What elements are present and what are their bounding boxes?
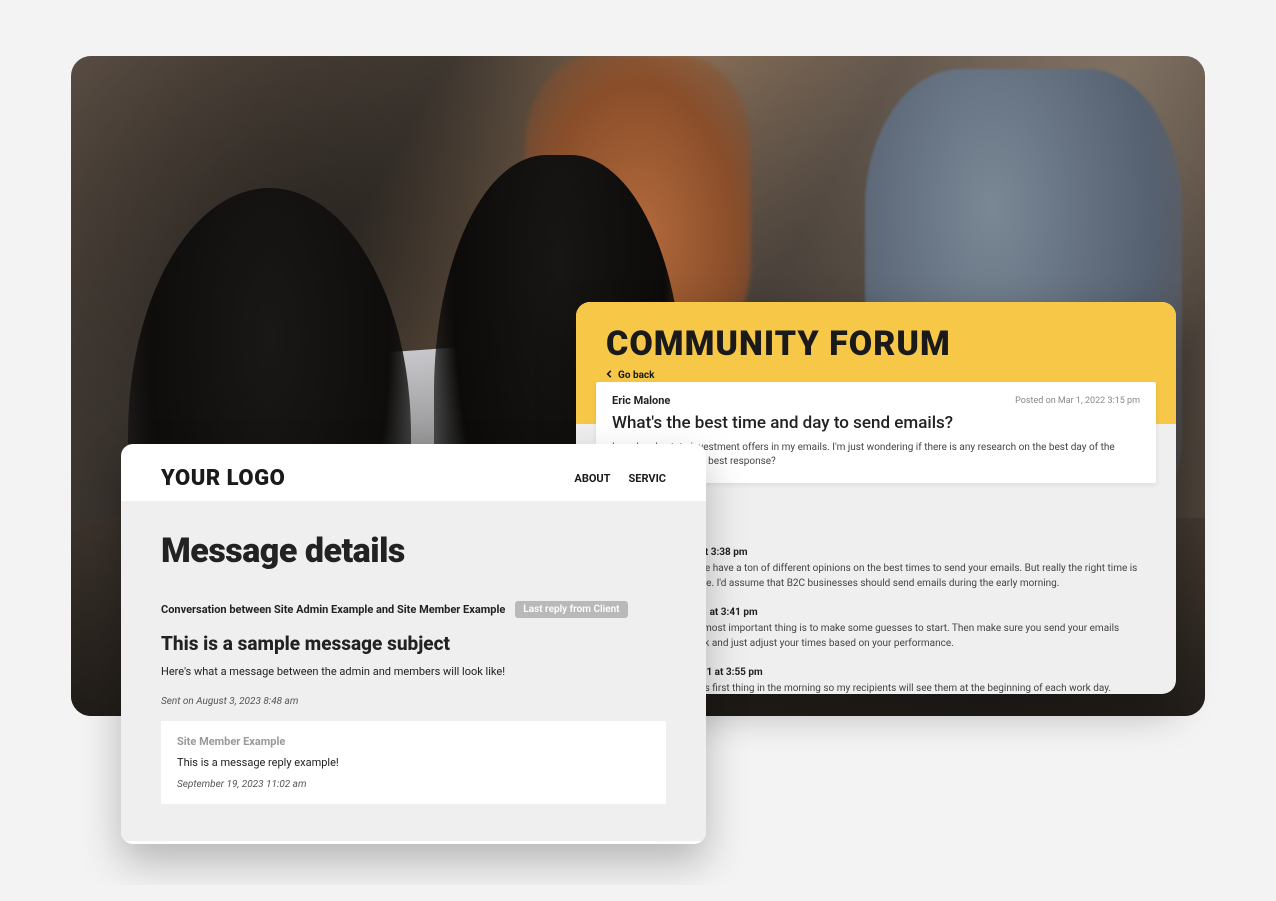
message-intro: Here's what a message between the admin … (161, 665, 666, 678)
post-author: Eric Malone (612, 394, 670, 407)
page-title: Message details (161, 531, 666, 571)
site-logo[interactable]: YOUR LOGO (161, 466, 285, 491)
go-back-link[interactable]: Go back (606, 370, 1146, 381)
chevron-left-icon (606, 370, 614, 381)
nav: ABOUT SERVIC (574, 472, 666, 485)
message-sent-timestamp: Sent on August 3, 2023 8:48 am (161, 696, 666, 707)
message-reply-card: Site Member Example This is a message re… (161, 721, 666, 804)
message-details-card: YOUR LOGO ABOUT SERVIC Message details C… (121, 444, 706, 844)
forum-title: COMMUNITY FORUM (606, 324, 1146, 364)
forum-header: COMMUNITY FORUM Go back Eric Malone Post… (576, 302, 1176, 424)
message-body: Message details Conversation between Sit… (121, 501, 706, 841)
conversation-between: Conversation between Site Admin Example … (161, 603, 505, 616)
nav-services[interactable]: SERVIC (628, 472, 666, 485)
reply-author: Site Member Example (177, 735, 650, 748)
status-badge: Last reply from Client (515, 601, 627, 618)
page-frame: COMMUNITY FORUM Go back Eric Malone Post… (16, 16, 1260, 885)
go-back-label: Go back (618, 370, 654, 381)
site-header: YOUR LOGO ABOUT SERVIC (121, 444, 706, 501)
post-timestamp: Posted on Mar 1, 2022 3:15 pm (1015, 396, 1140, 406)
message-subject: This is a sample message subject (161, 632, 666, 655)
reply-timestamp: September 19, 2023 11:02 am (177, 779, 650, 790)
reply-body: This is a message reply example! (177, 756, 650, 769)
nav-about[interactable]: ABOUT (574, 472, 610, 485)
post-title: What's the best time and day to send ema… (612, 413, 1140, 433)
